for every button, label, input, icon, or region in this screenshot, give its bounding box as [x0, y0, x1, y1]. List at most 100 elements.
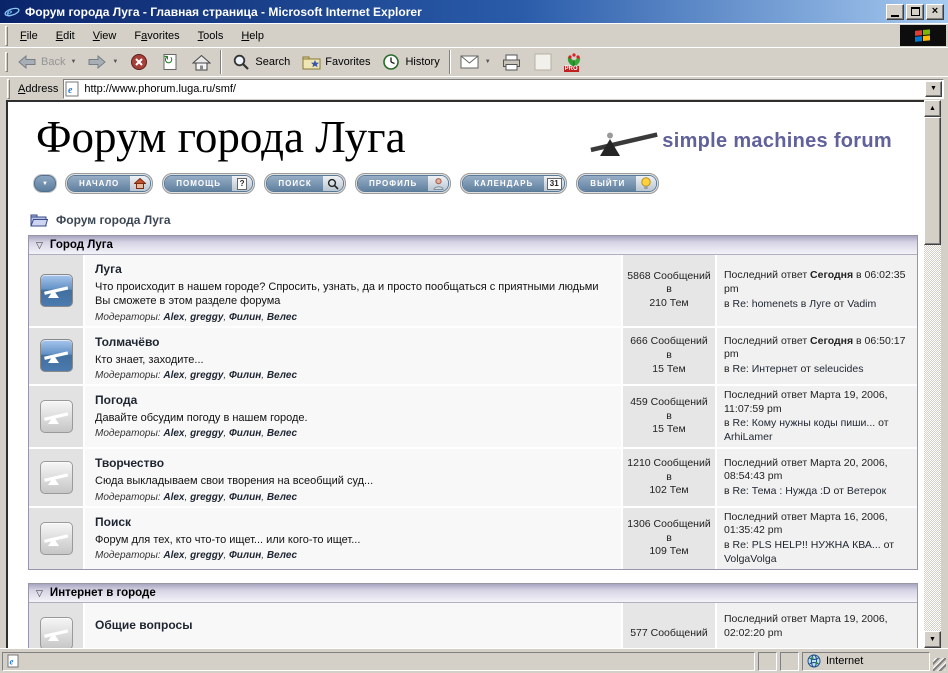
menu-favorites[interactable]: Favorites: [125, 26, 188, 46]
resize-grip[interactable]: [933, 658, 946, 671]
moderator-link[interactable]: greggy: [190, 492, 223, 503]
lastpost-today: Сегодня: [810, 335, 853, 347]
collapse-header-button[interactable]: ▼: [34, 175, 56, 192]
lastpost-topic-link[interactable]: Re: PLS HELP!! НУЖНА КВА...: [733, 539, 881, 551]
vertical-scrollbar[interactable]: ▲ ▼: [924, 100, 941, 648]
moderator-link[interactable]: Alex: [163, 428, 184, 439]
promt-pro-icon: PRO: [564, 52, 584, 72]
board-posts-count: 5868 Сообщений: [627, 270, 710, 284]
lastpost-topic-link[interactable]: Re: Интернет: [733, 363, 798, 375]
forward-button[interactable]: ▼: [82, 50, 123, 75]
board-link[interactable]: Поиск: [95, 515, 131, 529]
lastpost-topic-link[interactable]: Re: Тема : Нужда :D: [733, 485, 831, 497]
lastpost-user-link[interactable]: Vadim: [847, 298, 876, 310]
folder-icon: [30, 213, 48, 227]
chevron-down-icon: ▼: [930, 85, 937, 92]
translator-pro-button[interactable]: PRO: [559, 50, 589, 75]
favorites-button[interactable]: Favorites: [296, 50, 375, 75]
back-button[interactable]: Back ▼: [12, 50, 81, 75]
edit-button[interactable]: [528, 50, 558, 75]
arrow-down-icon: ▼: [929, 636, 936, 643]
nav-search-button[interactable]: ПОИСК: [264, 173, 346, 194]
category-title-link[interactable]: Интернет в городе: [50, 587, 156, 599]
category-title-link[interactable]: Город Луга: [50, 239, 113, 251]
search-button[interactable]: Search: [226, 50, 295, 75]
home-button[interactable]: [186, 50, 216, 75]
collapse-triangle-icon[interactable]: ▽: [36, 589, 43, 598]
print-button[interactable]: [497, 50, 527, 75]
minimize-button[interactable]: [886, 4, 904, 20]
browser-viewport: Форум города Луга simple machines forum …: [6, 100, 924, 648]
search-label: Search: [255, 56, 290, 68]
moderator-link[interactable]: greggy: [190, 550, 223, 561]
lastpost-in: в: [724, 485, 730, 497]
toolbar-grip[interactable]: [5, 52, 8, 72]
moderator-link[interactable]: Филин: [229, 492, 261, 503]
back-icon: [17, 52, 37, 72]
nav-help-button[interactable]: ПОМОЩЬ ?: [162, 173, 255, 194]
address-input[interactable]: [82, 83, 922, 95]
menu-tools[interactable]: Tools: [189, 26, 233, 46]
lastpost-user-link[interactable]: ArhiLamer: [724, 431, 772, 443]
main-menu: ▼ НАЧАЛО ПОМОЩЬ ? ПОИСК ПРОФИЛЬ: [34, 173, 918, 194]
lastpost-user-link[interactable]: VolgaVolga: [724, 553, 777, 565]
maximize-button[interactable]: [906, 4, 924, 20]
smf-lever-icon: [588, 120, 660, 162]
moderator-link[interactable]: greggy: [190, 370, 223, 381]
board-icon-cell: [29, 255, 83, 326]
board-moderators: Модераторы: Alex, greggy, Филин, Велес: [95, 312, 611, 323]
lastpost-topic-link[interactable]: Re: Кому нужны коды пиши...: [733, 417, 876, 429]
menu-edit[interactable]: Edit: [47, 26, 84, 46]
stop-button[interactable]: [124, 50, 154, 75]
nav-profile-button[interactable]: ПРОФИЛЬ: [355, 173, 451, 194]
lastpost-topic-link[interactable]: Re: homenets в Луге: [733, 298, 831, 310]
address-dropdown-button[interactable]: ▼: [925, 81, 942, 97]
moderator-link[interactable]: Филин: [229, 428, 261, 439]
board-link[interactable]: Погода: [95, 393, 137, 407]
scroll-down-button[interactable]: ▼: [924, 631, 941, 648]
lastpost-user-link[interactable]: Ветерок: [847, 485, 886, 497]
refresh-button[interactable]: ↻: [155, 50, 185, 75]
moderator-link[interactable]: Alex: [163, 492, 184, 503]
mail-button[interactable]: ▼: [455, 50, 496, 75]
board-link[interactable]: Толмачёво: [95, 335, 160, 349]
moderators-label: Модераторы:: [95, 428, 161, 439]
menu-help[interactable]: Help: [232, 26, 273, 46]
status-panel: [758, 652, 777, 671]
moderator-link[interactable]: Филин: [229, 370, 261, 381]
moderator-link[interactable]: Alex: [163, 370, 184, 381]
board-lastpost: Последний ответ Марта 16, 2006, 01:35:42…: [717, 508, 917, 570]
menu-label: F: [20, 30, 27, 42]
moderator-link[interactable]: Alex: [163, 312, 184, 323]
nav-home-button[interactable]: НАЧАЛО: [65, 173, 153, 194]
collapse-triangle-icon[interactable]: ▽: [36, 241, 43, 250]
calendar-icon: 31: [544, 176, 564, 191]
close-button[interactable]: ×: [926, 4, 944, 20]
board-link[interactable]: Творчество: [95, 456, 164, 470]
moderator-link[interactable]: Alex: [163, 550, 184, 561]
moderator-link[interactable]: Велес: [267, 312, 297, 323]
moderator-link[interactable]: Филин: [229, 312, 261, 323]
nav-logout-button[interactable]: ВЫЙТИ: [576, 173, 659, 194]
history-button[interactable]: History: [376, 50, 444, 75]
moderator-link[interactable]: Филин: [229, 550, 261, 561]
menu-file[interactable]: File: [11, 26, 47, 46]
menu-view[interactable]: View: [84, 26, 126, 46]
board-link[interactable]: Общие вопросы: [95, 618, 192, 632]
toolbar-grip[interactable]: [5, 26, 8, 46]
toolbar-grip[interactable]: [7, 79, 10, 99]
moderator-link[interactable]: Велес: [267, 370, 297, 381]
scroll-thumb[interactable]: [924, 117, 941, 245]
lastpost-user-link[interactable]: seleucides: [814, 363, 864, 375]
moderator-link[interactable]: greggy: [190, 312, 223, 323]
moderator-link[interactable]: Велес: [267, 550, 297, 561]
scroll-up-button[interactable]: ▲: [924, 100, 941, 117]
moderator-link[interactable]: greggy: [190, 428, 223, 439]
lastpost-prefix: Последний ответ: [724, 511, 807, 523]
moderator-link[interactable]: Велес: [267, 492, 297, 503]
board-link[interactable]: Луга: [95, 262, 122, 276]
nav-calendar-button[interactable]: КАЛЕНДАРЬ 31: [460, 173, 567, 194]
nav-label: ПРОФИЛЬ: [358, 176, 428, 191]
board-row: Погода Давайте обсудим погоду в нашем го…: [29, 386, 917, 448]
moderator-link[interactable]: Велес: [267, 428, 297, 439]
